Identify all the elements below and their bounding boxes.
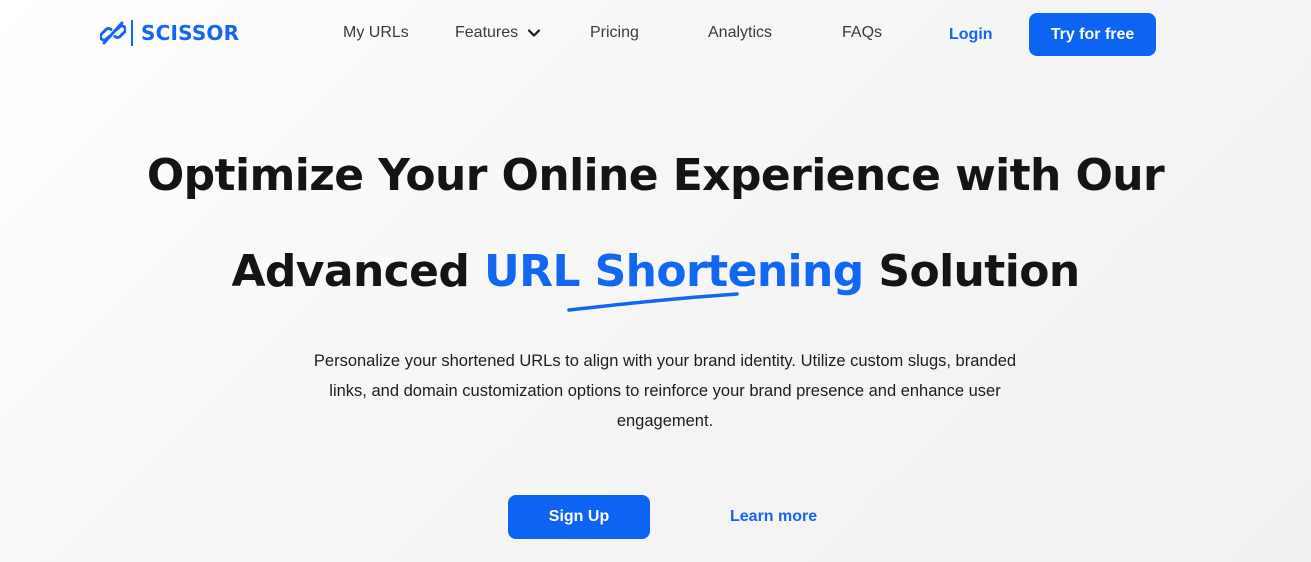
- try-for-free-button[interactable]: Try for free: [1029, 13, 1156, 56]
- sign-up-button[interactable]: Sign Up: [508, 495, 650, 539]
- chevron-down-icon: [528, 29, 541, 37]
- login-link[interactable]: Login: [949, 26, 993, 44]
- brand-name: SCISSOR: [141, 21, 240, 45]
- nav-features[interactable]: Features: [455, 24, 541, 42]
- brand-logo[interactable]: SCISSOR: [100, 18, 239, 48]
- navbar: SCISSOR My URLs Features Pricing Analyti…: [0, 0, 1311, 70]
- nav-pricing[interactable]: Pricing: [590, 24, 639, 42]
- hero-subtitle: Personalize your shortened URLs to align…: [313, 352, 1017, 430]
- learn-more-link[interactable]: Learn more: [730, 508, 817, 526]
- nav-analytics[interactable]: Analytics: [708, 24, 772, 42]
- hero-title-line-1: Optimize Your Online Experience with Our: [146, 150, 1165, 201]
- nav-faqs[interactable]: FAQs: [842, 24, 882, 42]
- nav-features-label: Features: [455, 24, 519, 41]
- brush-underline: [567, 292, 739, 312]
- hero-title-suffix: Solution: [863, 246, 1080, 297]
- hero-title-prefix: Advanced: [231, 246, 485, 297]
- logo-divider: [131, 20, 133, 46]
- nav-my-urls[interactable]: My URLs: [343, 24, 409, 42]
- link-icon: [100, 21, 126, 45]
